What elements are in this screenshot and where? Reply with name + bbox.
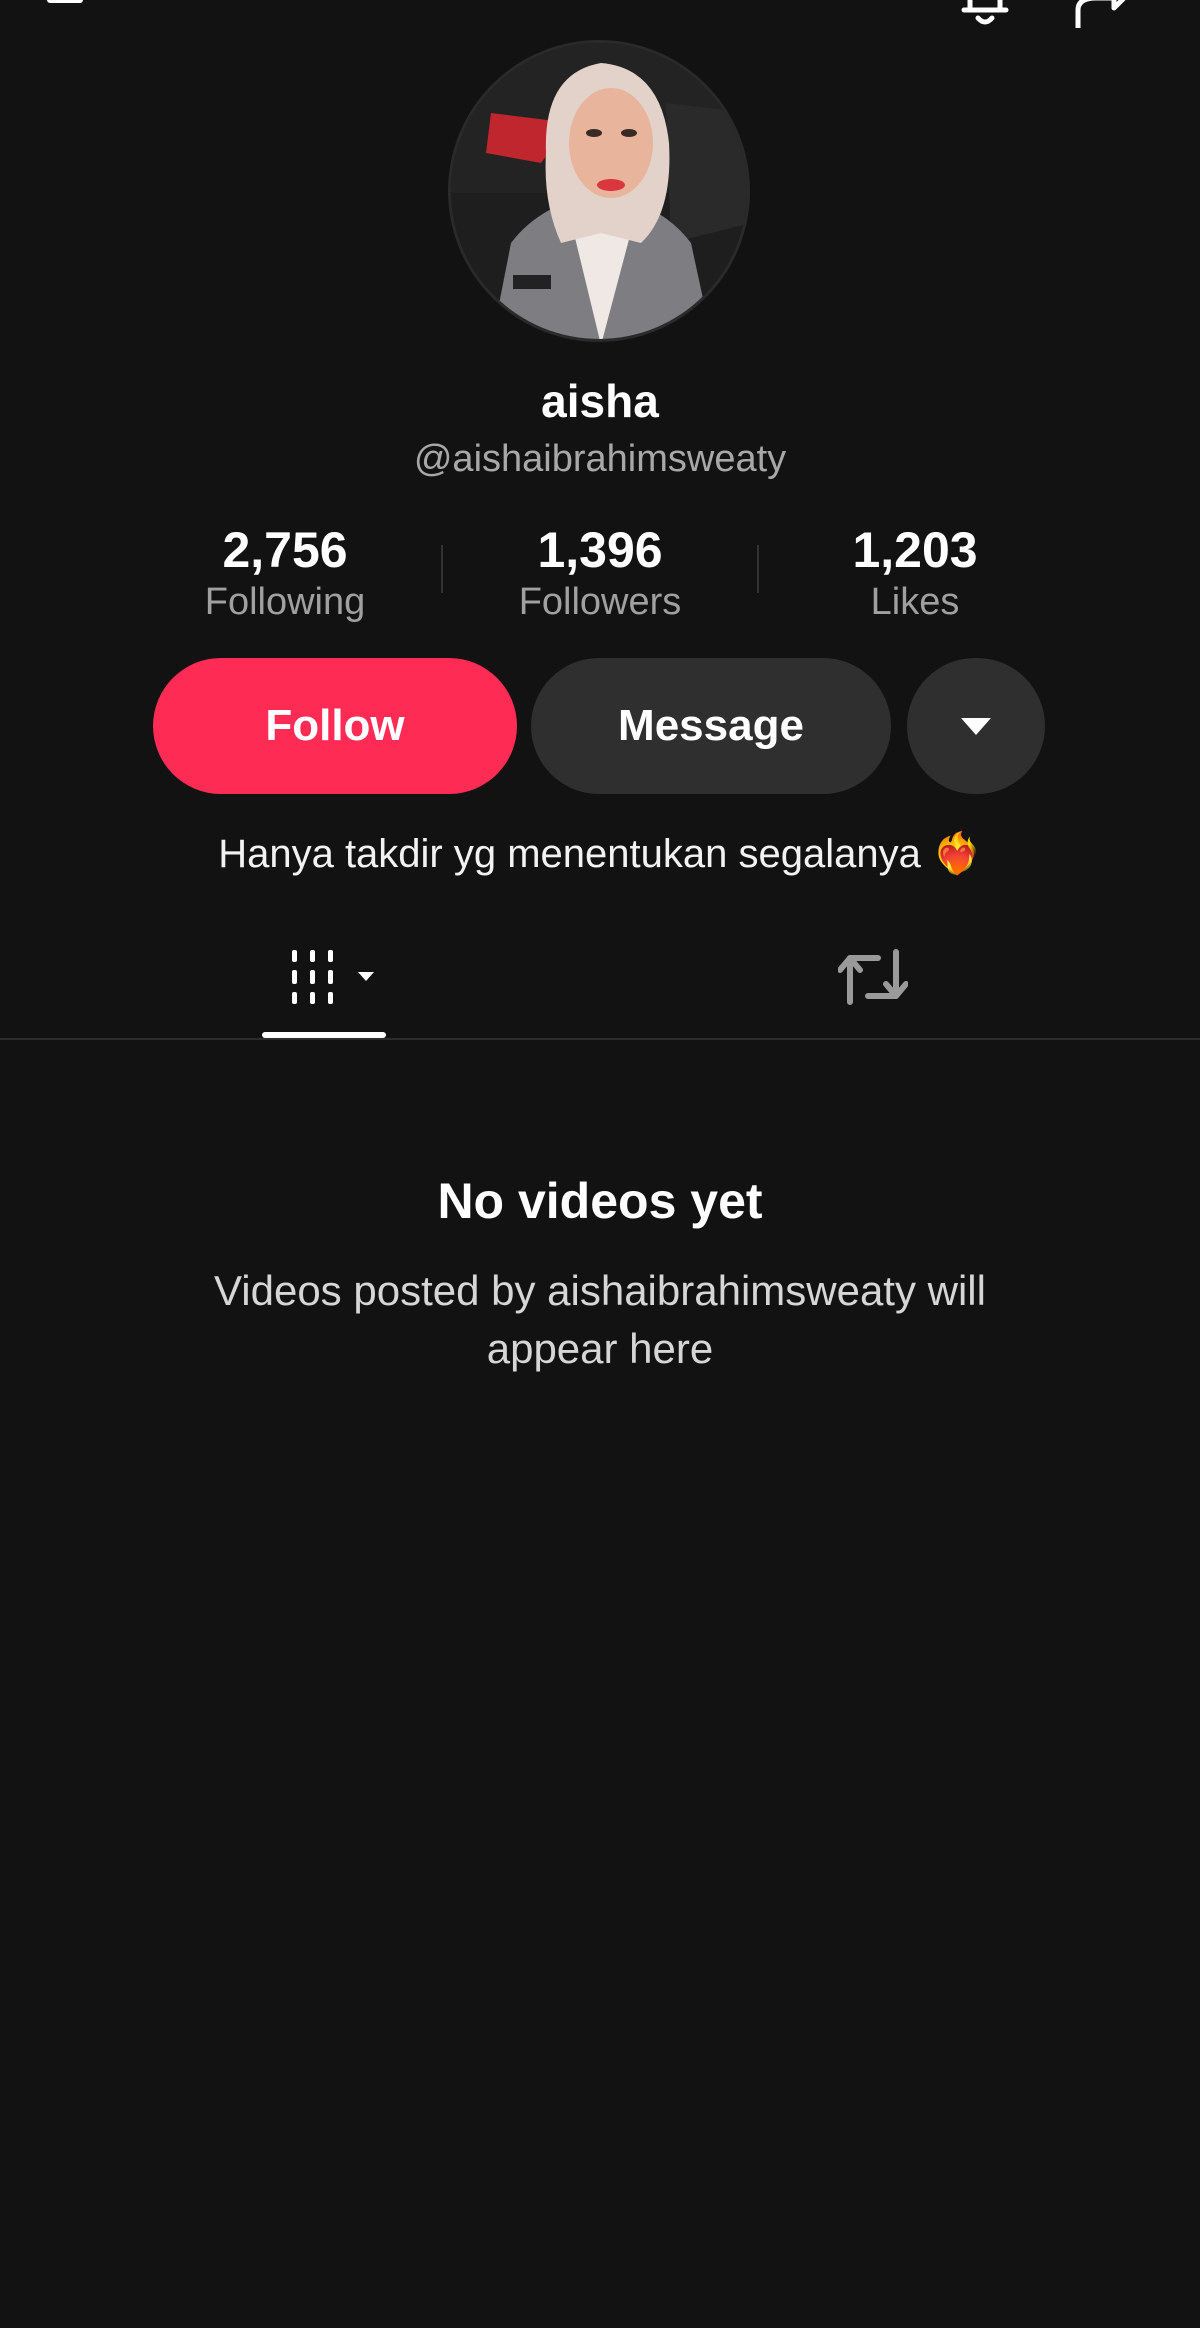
notification-button[interactable] <box>950 0 1020 30</box>
stat-likes: 1,203 Likes <box>785 520 1045 624</box>
more-options-button[interactable] <box>907 658 1045 794</box>
tab-divider <box>0 1038 1200 1040</box>
display-name: aisha <box>541 375 659 427</box>
caret-down-icon <box>961 718 991 735</box>
back-button[interactable] <box>40 0 110 30</box>
username: @aishaibrahimsweaty <box>413 438 787 480</box>
back-arrow-icon <box>47 0 83 3</box>
message-button[interactable]: Message <box>531 658 891 794</box>
follow-button[interactable]: Follow <box>153 658 517 794</box>
tab-videos[interactable] <box>290 948 380 1008</box>
likes-label: Likes <box>870 581 960 623</box>
stat-divider <box>441 545 443 593</box>
stat-followers[interactable]: 1,396 Followers <box>470 520 730 624</box>
grid-filter-icon <box>292 950 374 1004</box>
message-label: Message <box>618 701 804 750</box>
empty-state-title: No videos yet <box>437 1173 763 1229</box>
following-label: Following <box>204 581 366 623</box>
stat-following[interactable]: 2,756 Following <box>155 520 415 624</box>
followers-label: Followers <box>518 581 682 623</box>
profile-photo <box>451 43 747 339</box>
bio: Hanya takdir yg menentukan segalanya ❤️‍… <box>218 832 982 876</box>
likes-count: 1,203 <box>852 522 978 578</box>
share-button[interactable] <box>1070 0 1140 30</box>
avatar[interactable] <box>448 40 750 342</box>
repost-icon <box>837 949 909 1005</box>
share-icon <box>1075 0 1126 28</box>
following-count: 2,756 <box>222 522 348 578</box>
empty-state-subtitle: Videos posted by aishaibrahimsweaty will… <box>214 1267 986 1372</box>
followers-count: 1,396 <box>537 522 663 578</box>
bell-icon <box>961 0 1009 25</box>
follow-label: Follow <box>265 701 405 750</box>
tab-reposts[interactable] <box>837 944 909 1010</box>
stat-divider <box>757 545 759 593</box>
